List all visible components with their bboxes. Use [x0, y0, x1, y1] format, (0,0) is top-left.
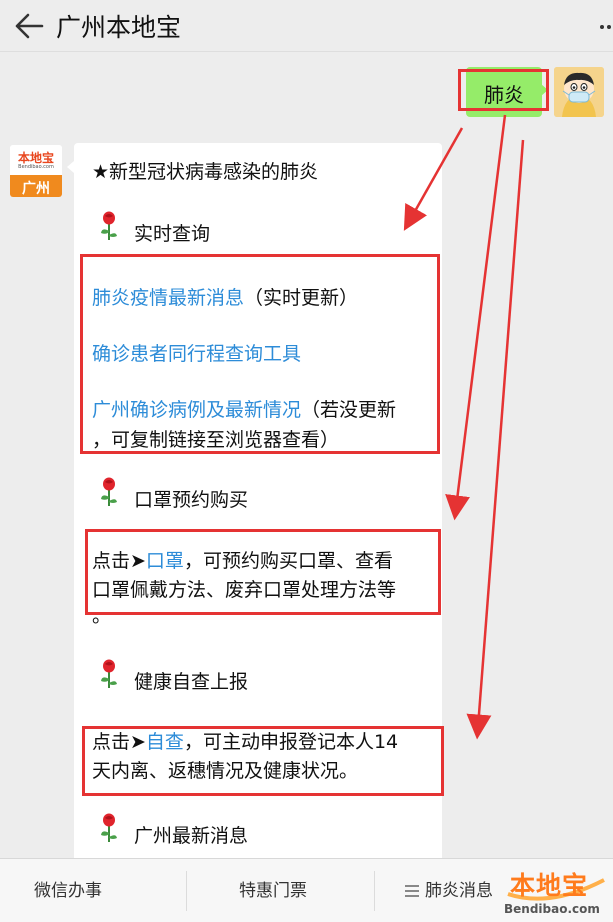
highlight-box — [80, 254, 440, 454]
bot-avatar[interactable]: 本地宝 Bendibao.com 广州 — [10, 145, 62, 197]
bot-intro: ★新型冠状病毒感染的肺炎 — [92, 161, 319, 183]
rose-icon — [101, 477, 117, 506]
section-heading-mask: 口罩预约购买 — [134, 489, 249, 511]
section-heading-realtime: 实时查询 — [134, 223, 211, 245]
back-arrow-icon[interactable] — [14, 13, 44, 39]
watermark-logo: 本地宝 Bendibao.com — [500, 858, 613, 922]
menu-item-tickets[interactable]: 特惠门票 — [186, 859, 360, 922]
cartoon-avatar-icon — [554, 67, 604, 117]
user-message-highlight — [458, 69, 549, 111]
menu-list-icon — [405, 885, 419, 897]
highlight-box — [82, 726, 444, 796]
menu-item-label: 肺炎消息 — [425, 881, 493, 901]
bot-avatar-url: Bendibao.com — [18, 164, 54, 170]
rose-icon — [101, 211, 117, 240]
more-icon[interactable] — [599, 24, 611, 30]
chat-area: 肺炎 本地宝 Bendibao.com 广州 ★新型冠状病毒感染的肺炎 实时查询… — [0, 53, 613, 913]
top-bar: 广州本地宝 — [0, 0, 613, 52]
rose-icon — [101, 659, 117, 688]
section-heading-latest: 广州最新消息 — [134, 825, 249, 847]
highlight-box — [85, 529, 441, 615]
user-avatar[interactable] — [554, 67, 604, 117]
menu-item-wechat-services[interactable]: 微信办事 — [0, 859, 136, 922]
section-heading-health: 健康自查上报 — [134, 671, 249, 693]
bot-avatar-city: 广州 — [22, 181, 50, 197]
page-title: 广州本地宝 — [56, 13, 182, 42]
watermark-text: 本地宝 — [510, 871, 589, 900]
rose-icon — [101, 813, 117, 842]
bot-bubble-tail — [67, 161, 74, 173]
watermark-url: Bendibao.com — [504, 902, 600, 916]
